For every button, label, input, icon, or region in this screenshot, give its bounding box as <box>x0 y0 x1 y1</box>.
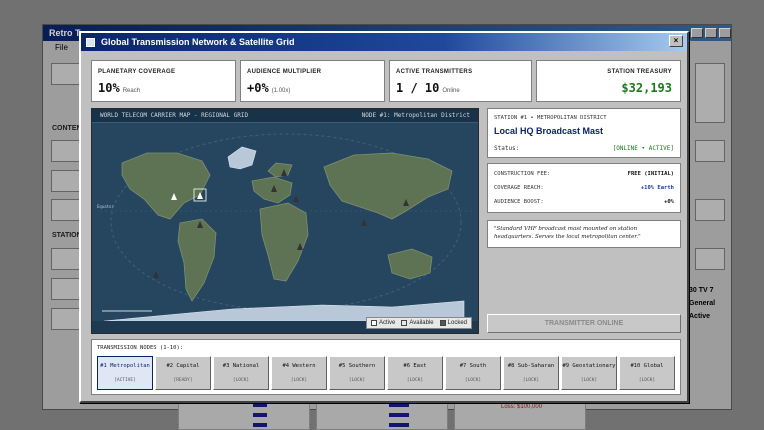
station-title: Local HQ Broadcast Mast <box>494 126 604 136</box>
node-state: [LOCK] <box>638 378 656 383</box>
map-title: WORLD TELECOM CARRIER MAP - REGIONAL GRI… <box>100 112 249 119</box>
node-button-sub-saharan[interactable]: #8 Sub-Saharan [LOCK] <box>503 356 559 390</box>
legend-locked: Locked <box>439 320 467 326</box>
transmitters-label: ACTIVE TRANSMITTERS <box>396 69 473 75</box>
reach-label: COVERAGE REACH: <box>494 185 544 191</box>
node-button-geostationary[interactable]: #9 Geostationary [LOCK] <box>561 356 617 390</box>
window-icon <box>86 37 95 47</box>
fee-row: CONSTRUCTION FEE: FREE (INITIAL) <box>494 171 674 177</box>
node-state: [LOCK] <box>348 378 366 383</box>
map-node-label: NODE #1: Metropolitan District <box>361 112 470 119</box>
node-button-capital[interactable]: #2 Capital [READY] <box>155 356 211 390</box>
fee-label: CONSTRUCTION FEE: <box>494 171 551 177</box>
node-state: [LOCK] <box>232 378 250 383</box>
coverage-label: PLANETARY COVERAGE <box>98 69 176 75</box>
legend-locked-label: Locked <box>447 320 467 326</box>
world-map-panel: WORLD TELECOM CARRIER MAP - REGIONAL GRI… <box>91 108 479 334</box>
coverage-value: 10% <box>98 81 120 95</box>
transmitter-online-button[interactable]: TRANSMITTER ONLINE <box>487 314 681 333</box>
map-legend: Active Available Locked <box>366 317 472 329</box>
node-name: #6 East <box>403 363 427 369</box>
multiplier-value: +0% <box>247 81 269 95</box>
node-button-national[interactable]: #3 National [LOCK] <box>213 356 269 390</box>
node-name: #9 Geostationary <box>562 363 616 369</box>
node-name: #5 Southern <box>338 363 376 369</box>
transmitters-sub: Online <box>442 88 460 94</box>
status-label: Status: <box>494 145 520 152</box>
coverage-value-line: 10% Reach <box>98 81 140 95</box>
multiplier-label: AUDIENCE MULTIPLIER <box>247 69 322 75</box>
station-cost-panel: CONSTRUCTION FEE: FREE (INITIAL) COVERAGE… <box>487 163 681 213</box>
reach-value: +10% Earth <box>640 185 674 191</box>
multiplier-value-line: +0% (1.00x) <box>247 81 290 95</box>
station-description: "Standard VHF broadcast mast mounted on … <box>487 220 681 248</box>
dialog-title: Global Transmission Network & Satellite … <box>101 37 295 47</box>
node-name: #8 Sub-Saharan <box>507 363 555 369</box>
treasury-stat-card: STATION TREASURY $32,193 <box>536 60 681 102</box>
coverage-sub: Reach <box>122 88 141 94</box>
node-button-southern[interactable]: #5 Southern [LOCK] <box>329 356 385 390</box>
transmitters-value: 1 / 10 <box>396 81 440 95</box>
dialog-titlebar: Global Transmission Network & Satellite … <box>81 33 687 51</box>
multiplier-stat-card: AUDIENCE MULTIPLIER +0% (1.00x) <box>240 60 385 102</box>
boost-row: AUDIENCE BOOST: +0% <box>494 199 674 205</box>
legend-available: Available <box>401 320 434 326</box>
node-button-western[interactable]: #4 Western [LOCK] <box>271 356 327 390</box>
treasury-label: STATION TREASURY <box>607 69 672 75</box>
node-state: [LOCK] <box>464 378 482 383</box>
node-state: [LOCK] <box>290 378 308 383</box>
fee-value: FREE (INITIAL) <box>627 171 674 177</box>
transmission-network-dialog: Global Transmission Network & Satellite … <box>79 31 689 403</box>
legend-locked-swatch <box>439 320 446 326</box>
node-button-east[interactable]: #6 East [LOCK] <box>387 356 443 390</box>
coverage-stat-card: PLANETARY COVERAGE 10% Reach <box>91 60 236 102</box>
node-name: #4 Western <box>282 363 316 369</box>
node-name: #1 Metropolitan <box>100 363 150 369</box>
equator-label: Equator <box>97 204 114 209</box>
boost-label: AUDIENCE BOOST: <box>494 199 544 205</box>
node-name: #3 National <box>222 363 260 369</box>
reach-row: COVERAGE REACH: +10% Earth <box>494 185 674 191</box>
node-name: #2 Capital <box>166 363 200 369</box>
boost-value: +0% <box>664 199 674 205</box>
legend-available-swatch <box>401 320 408 326</box>
legend-available-label: Available <box>409 320 434 326</box>
legend-active: Active <box>371 320 395 326</box>
node-state: [LOCK] <box>406 378 424 383</box>
node-state: [ACTIVE] <box>114 378 136 383</box>
status-badge: [ONLINE • ACTIVE] <box>612 145 674 152</box>
node-state: [LOCK] <box>580 378 598 383</box>
legend-active-swatch <box>371 320 378 326</box>
map-header: WORLD TELECOM CARRIER MAP - REGIONAL GRI… <box>92 109 478 123</box>
station-kicker: STATION #1 • METROPOLITAN DISTRICT <box>494 115 607 121</box>
node-state: [LOCK] <box>522 378 540 383</box>
node-name: #7 South <box>459 363 487 369</box>
node-button-metropolitan[interactable]: #1 Metropolitan [ACTIVE] <box>97 356 153 390</box>
node-button-south[interactable]: #7 South [LOCK] <box>445 356 501 390</box>
multiplier-sub: (1.00x) <box>271 88 291 94</box>
nodes-label: TRANSMISSION NODES (1-10): <box>97 345 184 351</box>
transmitters-value-line: 1 / 10 Online <box>396 81 460 95</box>
treasury-value: $32,193 <box>621 81 672 95</box>
transmission-nodes-panel: TRANSMISSION NODES (1-10): #1 Metropolit… <box>91 339 681 395</box>
transmitters-stat-card: ACTIVE TRANSMITTERS 1 / 10 Online <box>389 60 532 102</box>
close-button[interactable]: × <box>669 35 683 47</box>
node-button-global[interactable]: #10 Global [LOCK] <box>619 356 675 390</box>
world-map[interactable]: Equator <box>92 123 479 321</box>
node-state: [READY] <box>173 378 193 383</box>
station-info-panel: STATION #1 • METROPOLITAN DISTRICT Local… <box>487 108 681 158</box>
legend-active-label: Active <box>379 320 396 326</box>
node-name: #10 Global <box>630 363 664 369</box>
